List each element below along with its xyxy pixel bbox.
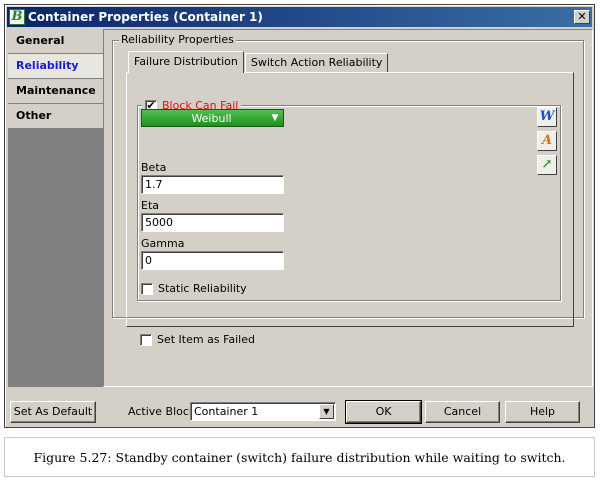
reliability-tabs: Failure Distribution Switch Action Relia… xyxy=(128,51,389,73)
close-button[interactable]: ✕ xyxy=(574,10,590,24)
sidebar-item-maintenance[interactable]: Maintenance xyxy=(8,79,103,104)
block-can-fail-group xyxy=(137,105,561,301)
set-item-failed-row[interactable]: Set Item as Failed xyxy=(140,333,255,346)
window-title: Container Properties (Container 1) xyxy=(28,10,263,24)
distribution-value: Weibull xyxy=(191,111,232,125)
reliability-properties-label: Reliability Properties xyxy=(119,33,236,46)
sidebar-item-reliability[interactable]: Reliability xyxy=(8,54,103,79)
chevron-down-icon: ▼ xyxy=(271,113,279,123)
eta-input[interactable]: 5000 xyxy=(141,213,284,232)
tab-failure-distribution[interactable]: Failure Distribution xyxy=(128,51,244,73)
tab-switch-action-reliability[interactable]: Switch Action Reliability xyxy=(244,53,389,73)
properties-window: B Container Properties (Container 1) ✕ G… xyxy=(4,4,595,428)
weibull-icon[interactable]: W xyxy=(537,107,557,127)
eta-label: Eta xyxy=(141,199,160,212)
sidebar-empty-area xyxy=(8,129,103,387)
set-as-default-button[interactable]: Set As Default xyxy=(10,401,96,423)
set-item-failed-label: Set Item as Failed xyxy=(157,333,255,346)
active-block-label: Active Block: xyxy=(128,405,199,418)
cancel-button[interactable]: Cancel xyxy=(425,401,500,423)
beta-input[interactable]: 1.7 xyxy=(141,175,284,194)
failure-distribution-page: ✔ Block Can Fail Weibull ▼ Beta 1.7 Eta … xyxy=(126,72,574,327)
static-reliability-checkbox[interactable] xyxy=(141,282,153,295)
static-reliability-row[interactable]: Static Reliability xyxy=(141,282,247,295)
reliability-panel: Reliability Properties Failure Distribut… xyxy=(103,29,593,387)
static-reliability-label: Static Reliability xyxy=(158,282,247,295)
set-item-failed-checkbox[interactable] xyxy=(140,333,152,346)
plot-icon[interactable]: ↗ xyxy=(537,155,557,175)
chevron-down-icon[interactable]: ▼ xyxy=(319,404,334,419)
beta-label: Beta xyxy=(141,161,167,174)
analytical-icon[interactable]: A xyxy=(537,131,557,151)
active-block-value: Container 1 xyxy=(194,405,259,418)
app-logo-icon: B xyxy=(9,9,25,25)
active-block-select[interactable]: Container 1 ▼ xyxy=(190,402,336,421)
sidebar-item-other[interactable]: Other xyxy=(8,104,103,129)
gamma-label: Gamma xyxy=(141,237,185,250)
sidebar-item-general[interactable]: General xyxy=(8,29,103,54)
ok-button[interactable]: OK xyxy=(345,400,422,424)
sidebar-nav: General Reliability Maintenance Other xyxy=(8,29,103,387)
distribution-dropdown[interactable]: Weibull ▼ xyxy=(141,109,284,127)
help-button[interactable]: Help xyxy=(505,401,580,423)
figure-caption: Figure 5.27: Standby container (switch) … xyxy=(4,437,595,477)
gamma-input[interactable]: 0 xyxy=(141,251,284,270)
title-bar[interactable]: B Container Properties (Container 1) ✕ xyxy=(7,7,592,27)
